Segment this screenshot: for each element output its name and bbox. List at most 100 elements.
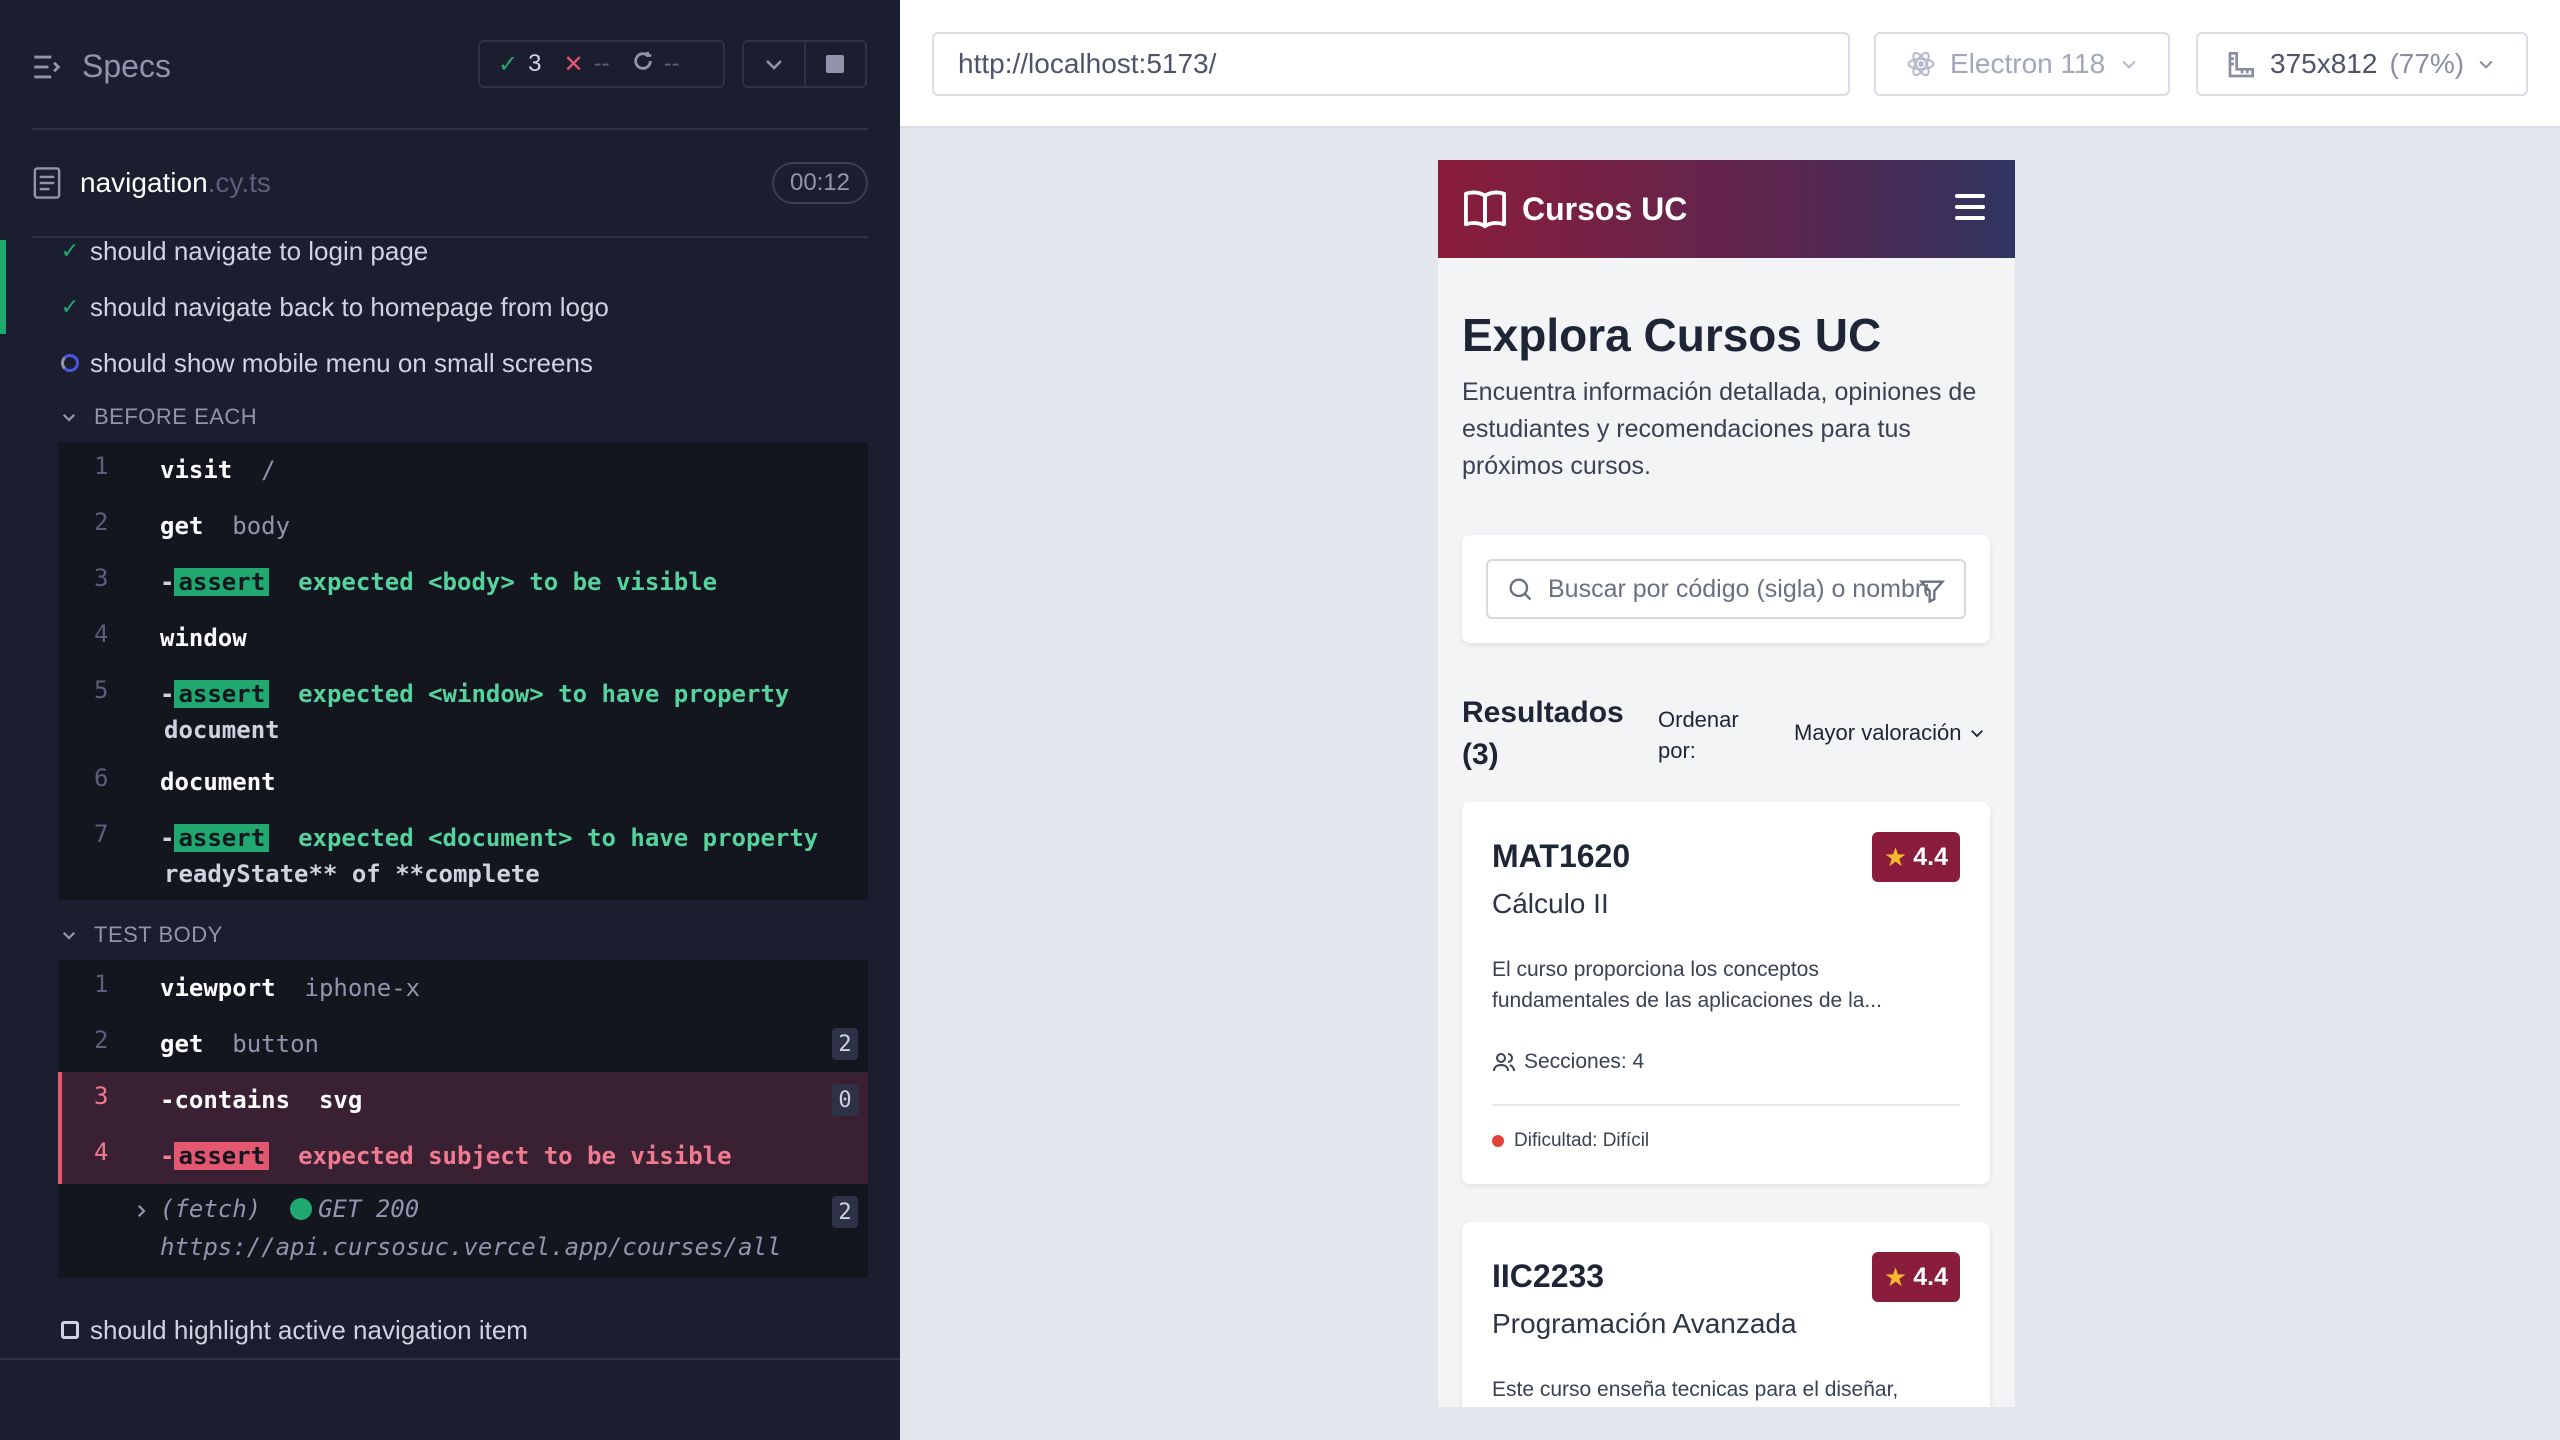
command-name: get	[160, 1030, 204, 1058]
fetch-url: https://api.cursosuc.vercel.app/courses/…	[160, 1233, 782, 1261]
chevron-down-icon	[2479, 60, 2493, 69]
collapse-button[interactable]	[744, 42, 804, 86]
app-navbar: Cursos UC	[1438, 160, 2015, 258]
command-number: 6	[94, 764, 109, 792]
reporter-header: Specs ✓ 3 ✕ -- --	[0, 0, 900, 130]
assert-badge: assert	[174, 824, 270, 852]
before-each-commands: 1 visit / 2 get body 3 - assert expected …	[58, 442, 868, 900]
electron-icon	[1907, 51, 1935, 77]
command-row[interactable]: 5 - assert expected <window> to have prop…	[58, 666, 868, 754]
book-icon	[1463, 190, 1506, 229]
order-value: Mayor valoración	[1794, 720, 1962, 745]
command-arg: /	[261, 456, 276, 484]
search-field[interactable]	[1486, 559, 1966, 619]
search-card	[1462, 535, 1990, 643]
assert-badge: assert	[174, 568, 270, 596]
test-body-header[interactable]: TEST BODY	[60, 922, 223, 948]
check-icon: ✓	[60, 294, 80, 319]
course-name: Programación Avanzada	[1492, 1308, 1797, 1339]
course-card[interactable]: IIC2233 Programación Avanzada ★ 4.4 Este…	[1462, 1222, 1990, 1407]
fetch-row[interactable]: (fetch) GET 200 https://api.cursosuc.ver…	[58, 1184, 868, 1278]
search-input[interactable]	[1548, 574, 1928, 604]
page-title: Explora Cursos UC	[1462, 309, 1882, 361]
filter-icon[interactable]	[1918, 577, 1946, 605]
chevron-down-icon	[2122, 60, 2136, 69]
element-count-badge: 2	[832, 1028, 858, 1060]
command-number: 2	[94, 1026, 109, 1054]
card-divider	[1492, 1104, 1960, 1106]
test-stats: ✓ 3 ✕ -- --	[478, 40, 725, 88]
viewport-selector[interactable]: 375x812 (77%)	[2196, 32, 2528, 96]
test-label: should navigate back to homepage from lo…	[90, 291, 609, 322]
refresh-icon	[632, 50, 654, 79]
command-row[interactable]: 2 get body	[58, 498, 868, 554]
test-label: should navigate to login page	[90, 235, 429, 266]
before-each-hook-header[interactable]: BEFORE EACH	[60, 404, 257, 430]
spec-file-row[interactable]: navigation .cy.ts 00:12	[32, 158, 868, 208]
viewport-scale: (77%)	[2389, 48, 2465, 79]
ruler-icon	[2228, 52, 2254, 78]
command-arg: svg	[318, 1086, 363, 1114]
passed-count: 3	[528, 50, 542, 77]
brand-logo-link[interactable]: Cursos UC	[1462, 188, 1687, 230]
command-arg: button	[232, 1030, 319, 1058]
chevron-down-icon	[765, 60, 782, 70]
command-number: 5	[94, 676, 109, 704]
cypress-reporter: Specs ✓ 3 ✕ -- -- navigation .cy.ts 00:1…	[0, 0, 900, 1440]
element-count-badge: 0	[832, 1084, 858, 1116]
order-select[interactable]: Mayor valoración	[1794, 720, 1986, 746]
specs-toggle-button[interactable]: Specs	[30, 48, 171, 85]
command-number: 1	[94, 452, 109, 480]
command-name: get	[160, 512, 204, 540]
difficulty-text: Dificultad: Difícil	[1514, 1130, 1650, 1151]
fetch-label: (fetch)	[160, 1195, 262, 1223]
stop-icon	[826, 55, 845, 73]
command-row[interactable]: 7 - assert expected <document> to have pr…	[58, 810, 868, 900]
assert-badge: assert	[174, 680, 270, 708]
brand-name: Cursos UC	[1522, 190, 1688, 227]
pending-stat: --	[632, 50, 680, 79]
fetch-method: GET 200	[318, 1195, 420, 1223]
failed-stat: ✕ --	[563, 50, 609, 79]
aut-header: http://localhost:5173/ Electron 118 375x…	[900, 0, 2560, 128]
test-label: should highlight active navigation item	[90, 1314, 528, 1345]
failed-count: --	[593, 50, 610, 77]
stop-button[interactable]	[803, 42, 866, 86]
status-dot	[290, 1198, 313, 1220]
command-name: window	[160, 624, 247, 652]
file-icon	[33, 167, 61, 199]
hamburger-menu-icon[interactable]	[1955, 194, 1985, 220]
command-row[interactable]: 1 visit /	[58, 442, 868, 498]
course-card[interactable]: MAT1620 Cálculo II ★ 4.4 El curso propor…	[1462, 802, 1990, 1184]
course-code: IIC2233	[1492, 1258, 1605, 1294]
spec-file-ext: .cy.ts	[207, 167, 271, 198]
course-code: MAT1620	[1492, 838, 1631, 874]
hook-title: TEST BODY	[94, 922, 223, 947]
command-row[interactable]: 3 - assert expected <body> to be visible	[58, 554, 868, 610]
assert-message-cont: document	[164, 716, 280, 744]
command-number: 4	[94, 1138, 109, 1166]
command-row-failed[interactable]: 4 - assert expected subject to be visible	[58, 1128, 868, 1184]
command-row[interactable]: 2 get button 2	[58, 1016, 868, 1072]
command-row-failed[interactable]: 3 -contains svg 0	[58, 1072, 868, 1128]
difficulty-dot	[1492, 1135, 1504, 1147]
square-icon	[60, 1315, 80, 1346]
command-row[interactable]: 4 window	[58, 610, 868, 666]
command-number: 3	[94, 1082, 109, 1110]
url-bar[interactable]: http://localhost:5173/	[932, 32, 1850, 96]
chevron-down-icon	[62, 931, 76, 940]
command-name: viewport	[160, 974, 276, 1002]
browser-selector[interactable]: Electron 118	[1874, 32, 2170, 96]
course-name: Cálculo II	[1492, 888, 1609, 919]
pending-count: --	[663, 50, 680, 77]
assert-message: expected <document> to have property	[298, 824, 819, 852]
rating-value: 4.4	[1913, 1262, 1948, 1291]
fetch-count-badge: 2	[832, 1196, 858, 1228]
command-row[interactable]: 6 document	[58, 754, 868, 810]
results-count: Resultados (3)	[1462, 696, 1624, 771]
command-name: document	[160, 768, 276, 796]
browser-name: Electron 118	[1950, 48, 2106, 79]
command-row[interactable]: 1 viewport iphone-x	[58, 960, 868, 1016]
passed-stat: ✓ 3	[498, 50, 541, 79]
command-number: 1	[94, 970, 109, 998]
